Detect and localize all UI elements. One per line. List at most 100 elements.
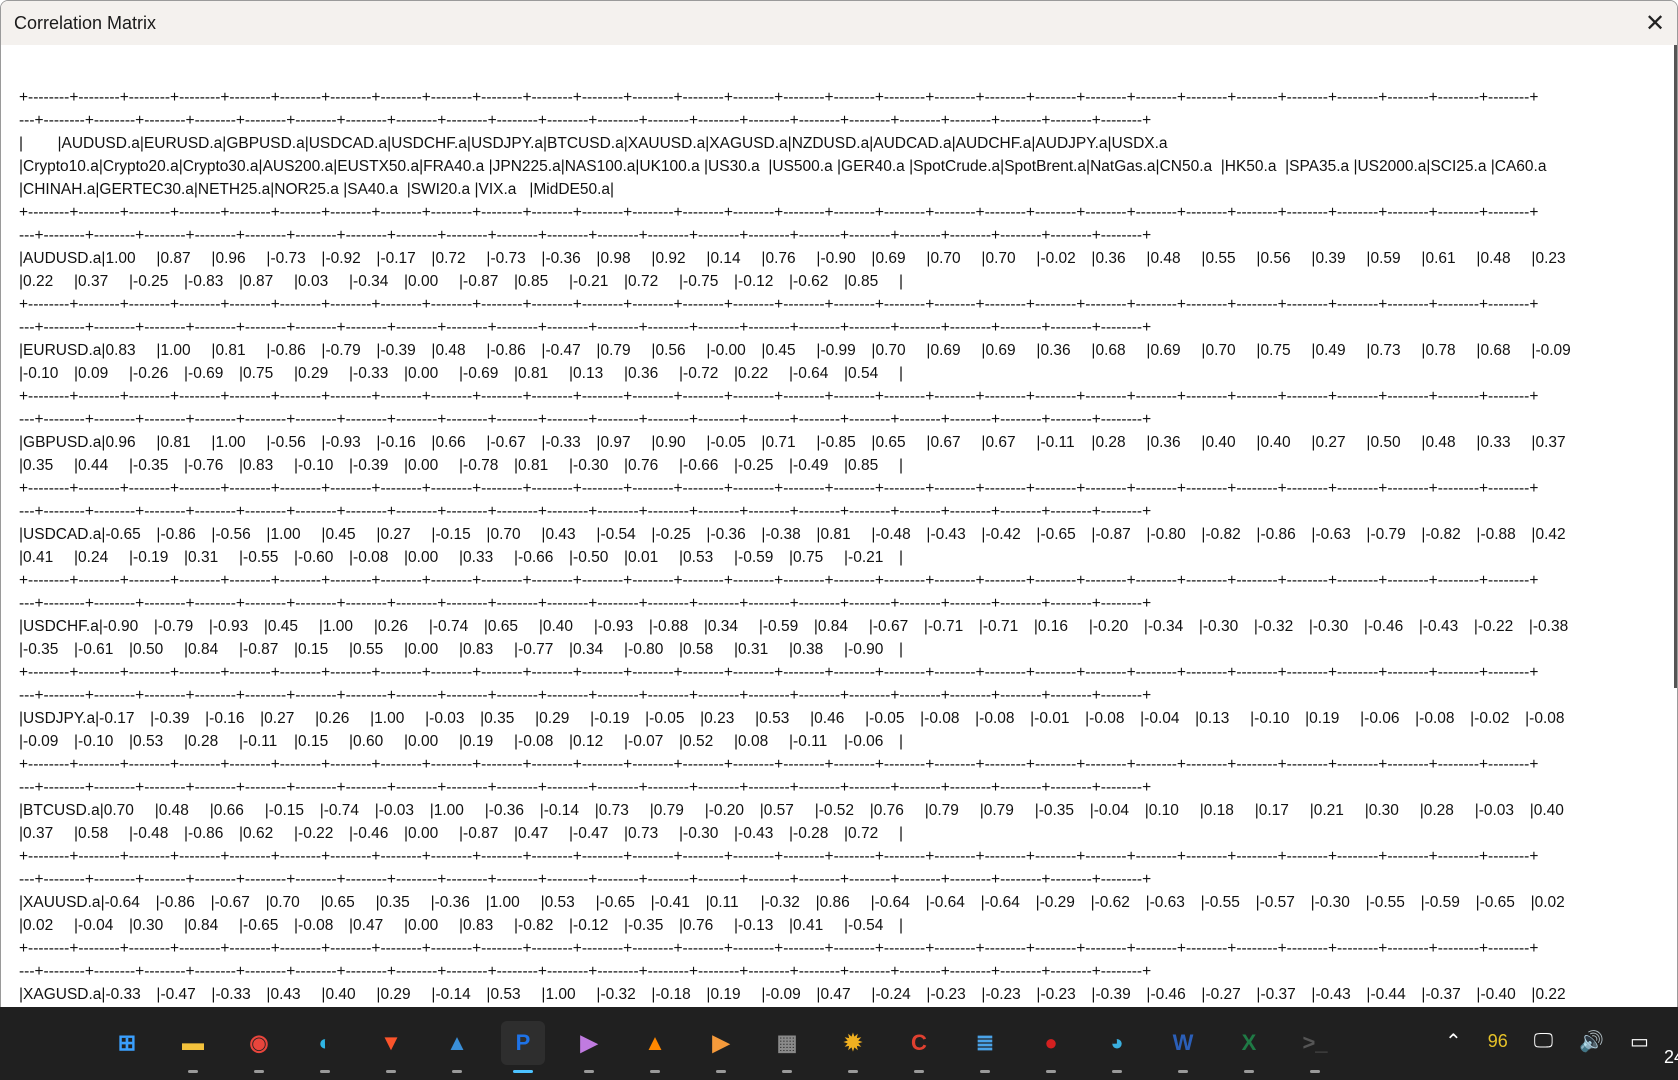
matrix-cell: |-0.48 [129,825,169,842]
cell-value: -0.12 [573,917,609,934]
matrix-cell: |-0.74 [428,618,469,635]
matrix-cell: |-0.64 [789,365,829,382]
cell-value: 0.69 [985,342,1016,359]
matrix-cell: |0.29 [294,365,329,382]
clock[interactable]: 24 [1664,1047,1678,1068]
calculator-icon[interactable]: ▦ [765,1021,809,1073]
cell-value: 0.85 [848,457,879,474]
temperature-readout[interactable]: 96 [1488,1031,1508,1052]
matrix-cell: |-0.14 [539,802,580,819]
cell-value: 0.27 [380,526,411,543]
matrix-cell: |-0.82 [514,917,554,934]
matrix-cell: |0.84 [184,641,219,658]
cell-value: -0.80 [1150,526,1186,543]
matrix-cell: |-0.11 [1036,434,1075,451]
matrix-cell: |-0.22 [294,825,334,842]
matrix-cell: |-0.10 [1250,710,1290,727]
matrix-cell: |0.40 [1201,434,1236,451]
cell-value: 0.22 [738,365,769,382]
cell-value: 0.18 [1203,802,1234,819]
separator-line: +--------+--------+--------+--------+---… [19,480,1539,497]
matrix-cell: |-0.43 [1311,986,1351,1003]
edge-icon[interactable]: ◐ [303,1021,347,1073]
row-label-text: AUDUSD.a [23,250,102,267]
row-label-text: XAGUSD.a [23,986,102,1003]
cell-value: -0.33 [545,434,581,451]
cell-value: -0.13 [738,917,774,934]
matrix-cell: |0.47 [514,825,549,842]
cell-value: -0.17 [380,250,416,267]
cell-value: 0.08 [738,733,769,750]
p-app-icon[interactable]: P [501,1021,545,1073]
matrix-cell: |0.13 [1195,710,1230,727]
network-icon[interactable]: 🖵 [1534,1030,1553,1053]
matrix-cell: |-0.75 [679,273,719,290]
close-icon[interactable]: ✕ [1633,1,1677,45]
cell-value: 0.30 [133,917,164,934]
settings-gear-icon[interactable]: ✹ [831,1021,875,1073]
matrix-cell: |-0.39 [150,710,190,727]
cell-value: -0.05 [649,710,685,727]
cell-value: 0.71 [765,434,796,451]
row-label: |AUDUSD.a [19,250,102,267]
matrix-cell: |0.65 [871,434,906,451]
terminal-icon[interactable]: >_ [1293,1021,1337,1073]
cell-value: 0.79 [983,802,1014,819]
red-app-icon[interactable]: ● [1029,1021,1073,1073]
cell-value: -0.86 [270,342,306,359]
cell-value: -0.43 [930,526,966,543]
vlc-icon[interactable]: ▲ [633,1021,677,1073]
cell-value: 1.00 [489,894,520,911]
cell-value: -0.23 [930,986,966,1003]
cell-value: -0.18 [655,986,691,1003]
matrix-cell: |0.17 [1254,802,1289,819]
cell-value: 0.12 [573,733,604,750]
cell-value: -0.64 [793,365,829,382]
word-icon[interactable]: W [1161,1021,1205,1073]
matrix-cell: |-0.23 [1036,986,1076,1003]
ccleaner-icon[interactable]: C [897,1021,941,1073]
battery-icon[interactable]: ▭ [1630,1029,1649,1054]
scrollbar[interactable] [1674,45,1677,688]
matrix-cell: |-0.92 [321,250,361,267]
cell-value: -0.66 [683,457,719,474]
matrix-cell: |-0.55 [239,549,279,566]
matrix-cell: |0.00 [404,641,439,658]
table-row: |USDJPY.a|-0.17 |-0.39 |-0.16 |0.27 |0.26 |1.… [19,707,1671,730]
volume-icon[interactable]: 🔊 [1579,1029,1604,1054]
cell-value: -0.75 [683,273,719,290]
file-explorer-icon[interactable]: ▬ [171,1021,215,1073]
row-end: | [899,825,904,842]
matrix-cell: |-0.34 [349,273,389,290]
chevron-up-icon[interactable]: ⌃ [1445,1029,1462,1054]
notepad-icon[interactable]: ≣ [963,1021,1007,1073]
matrix-cell: |0.00 [404,273,439,290]
matrix-cell: |0.01 [624,549,659,566]
excel-icon[interactable]: X [1227,1021,1271,1073]
cell-value: -0.01 [1034,710,1070,727]
cell-value: -0.39 [1095,986,1131,1003]
paint-icon[interactable]: ◕ [1095,1021,1139,1073]
cell-value: -0.59 [762,618,799,635]
cell-value: 0.60 [353,733,384,750]
cell-value: 0.73 [628,825,659,842]
cell-value: 0.61 [1425,250,1456,267]
row-label-text: XAUUSD.a [23,894,101,911]
media-player-icon[interactable]: ▶ [567,1021,611,1073]
video-player-icon[interactable]: ▶ [699,1021,743,1073]
photos-icon[interactable]: ▲ [435,1021,479,1073]
start-icon[interactable]: ⊞ [105,1021,149,1065]
chrome-icon[interactable]: ◉ [237,1021,281,1073]
cell-value: -0.08 [1419,710,1455,727]
matrix-cell: |-0.00 [706,342,746,359]
matrix-cell: |-0.04 [1089,802,1130,819]
matrix-cell: |-0.62 [1090,894,1130,911]
cell-value: 0.00 [408,825,439,842]
matrix-cell: |-0.14 [431,986,471,1003]
matrix-cell: |0.70 [265,894,300,911]
matrix-cell: |0.78 [1421,342,1456,359]
brave-icon[interactable]: ▼ [369,1021,413,1073]
matrix-cell: |0.53 [540,894,575,911]
matrix-cell: |0.48 [1476,250,1511,267]
matrix-cell: |-0.05 [865,710,905,727]
